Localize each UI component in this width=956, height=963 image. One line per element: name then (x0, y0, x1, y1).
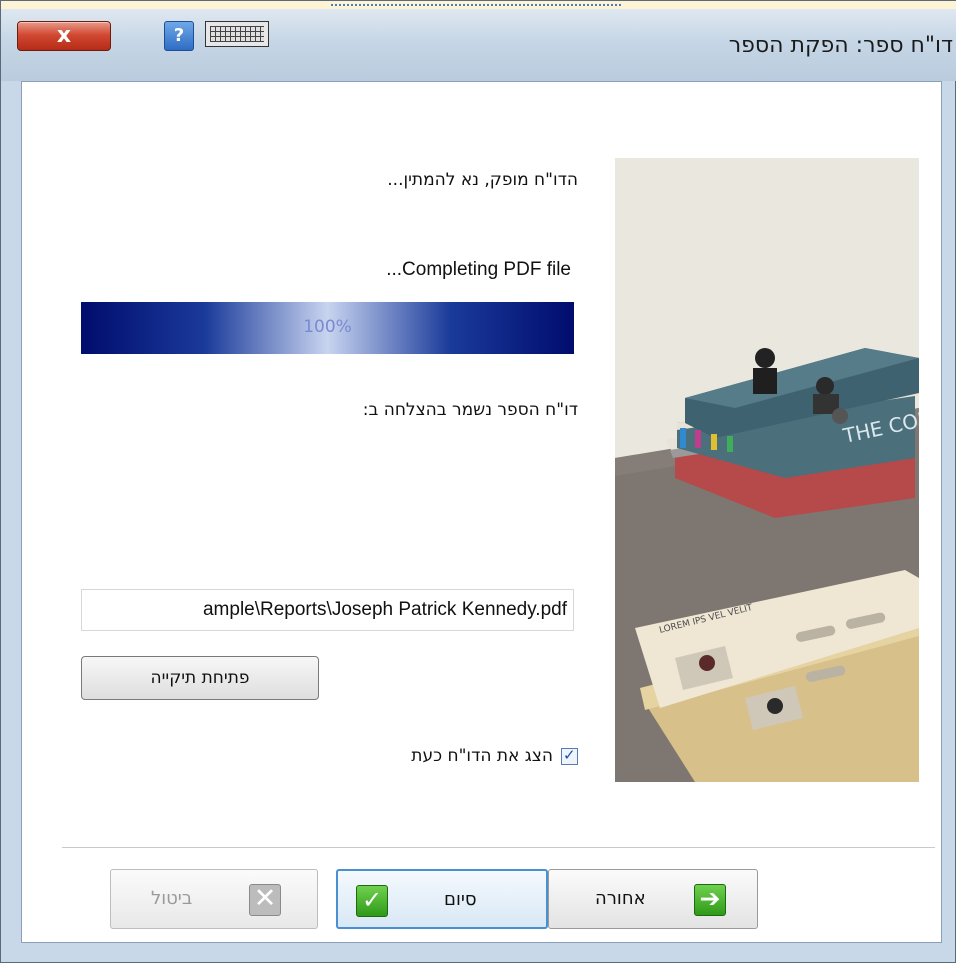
keyboard-button[interactable] (205, 21, 269, 47)
top-strip (1, 1, 956, 9)
show-report-label: הצג את הדו"ח כעת (411, 746, 553, 766)
help-button[interactable]: ? (164, 21, 194, 51)
status-text: הדו"ח מופק, נא להמתין... (387, 170, 578, 190)
back-button[interactable]: אחורה ➔ (548, 869, 758, 929)
book-illustration: THE COPP LOREM IPS VEL VELIT (615, 158, 919, 782)
dotted-link-fragment (331, 0, 621, 6)
arrow-right-icon: ➔ (694, 884, 726, 916)
cancel-label: ביטול (151, 888, 193, 909)
progress-status-text: ...Completing PDF file (386, 259, 571, 280)
back-label: אחורה (595, 888, 646, 909)
show-report-option[interactable]: הצג את הדו"ח כעת (411, 746, 578, 766)
keyboard-icon (210, 26, 264, 42)
saved-location-label: דו"ח הספר נשמר בהצלחה ב: (362, 400, 578, 420)
show-report-checkbox[interactable] (561, 746, 578, 765)
dialog-content: הדו"ח מופק, נא להמתין... ...Completing P… (21, 81, 942, 943)
progress-bar: 100% (81, 302, 574, 354)
finish-label: סיום (444, 889, 477, 910)
cancel-button[interactable]: ביטול ✕ (110, 869, 318, 929)
close-icon: x (56, 23, 72, 48)
progress-percentage: 100% (303, 317, 352, 337)
cancel-x-icon: ✕ (249, 883, 281, 916)
finish-button[interactable]: ✓ סיום (336, 869, 548, 929)
file-path-field[interactable]: ample\Reports\Joseph Patrick Kennedy.pdf (81, 589, 574, 631)
title-bar: x ? דו"ח ספר: הפקת הספר (1, 9, 956, 81)
book-report-dialog: x ? דו"ח ספר: הפקת הספר הדו"ח מופק, נא ל… (0, 0, 956, 963)
close-button[interactable]: x (17, 21, 111, 51)
checkmark-icon: ✓ (356, 885, 388, 917)
window-title: דו"ח ספר: הפקת הספר (728, 33, 953, 58)
open-folder-button[interactable]: פתיחת תיקייה (81, 656, 319, 700)
divider (62, 847, 935, 848)
